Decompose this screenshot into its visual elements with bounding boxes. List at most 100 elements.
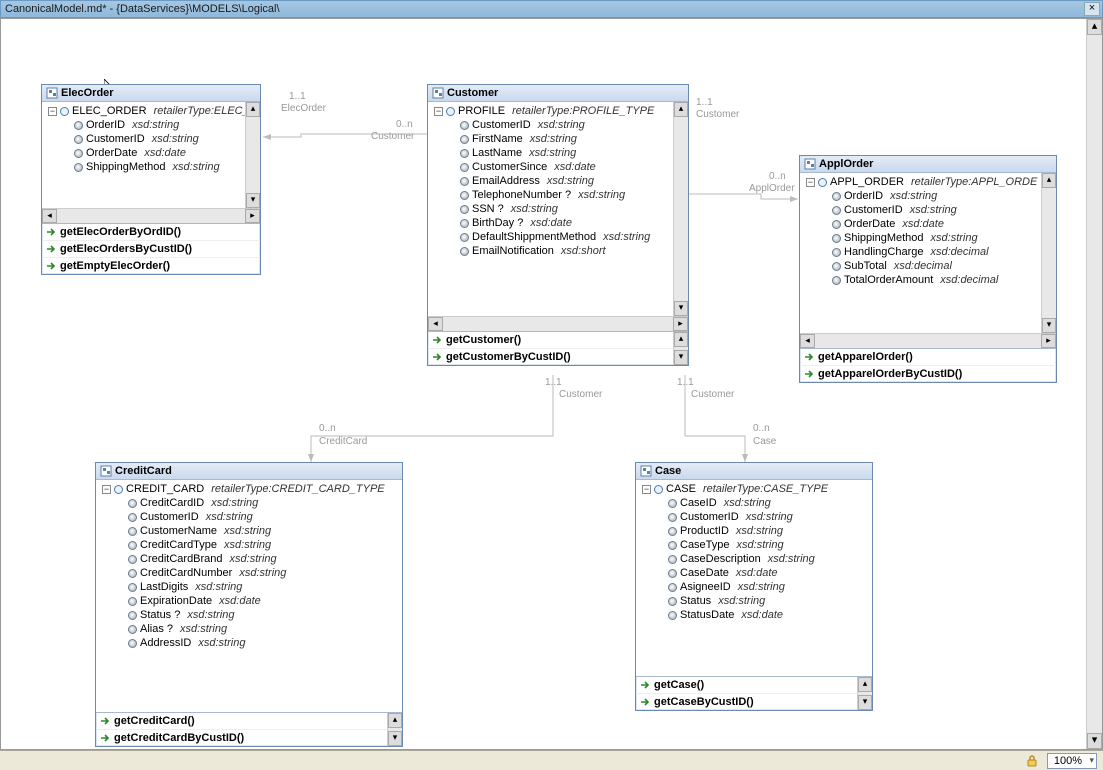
operation-row[interactable]: getElecOrderByOrdID()	[42, 224, 260, 241]
scroll-up[interactable]: ▴	[1042, 173, 1056, 188]
scroll-left[interactable]: ◂	[42, 209, 57, 223]
attribute-row[interactable]: ExpirationDatexsd:date	[96, 594, 402, 608]
attribute-row[interactable]: ShippingMethodxsd:string	[42, 160, 260, 174]
attribute-row[interactable]: EmailAddressxsd:string	[428, 174, 688, 188]
operation-row[interactable]: getCase()	[636, 677, 872, 694]
attribute-row[interactable]: DefaultShippmentMethodxsd:string	[428, 230, 688, 244]
collapse-toggle[interactable]: −	[102, 485, 111, 494]
entity-creditcard[interactable]: CreditCard − CREDIT_CARD retailerType:CR…	[95, 462, 403, 747]
collapse-toggle[interactable]: −	[434, 107, 443, 116]
operation-row[interactable]: getEmptyElecOrder()	[42, 258, 260, 274]
attribute-row[interactable]: ShippingMethodxsd:string	[800, 231, 1056, 245]
attribute-row[interactable]: StatusDatexsd:date	[636, 608, 872, 622]
attribute-row[interactable]: FirstNamexsd:string	[428, 132, 688, 146]
attribute-row[interactable]: BirthDay ?xsd:date	[428, 216, 688, 230]
scroll-down[interactable]: ▾	[246, 193, 260, 208]
attribute-row[interactable]: LastNamexsd:string	[428, 146, 688, 160]
tree-root-row[interactable]: − CREDIT_CARD retailerType:CREDIT_CARD_T…	[96, 482, 402, 496]
attribute-row[interactable]: CreditCardBrandxsd:string	[96, 552, 402, 566]
attribute-row[interactable]: AddressIDxsd:string	[96, 636, 402, 650]
attribute-row[interactable]: CreditCardNumberxsd:string	[96, 566, 402, 580]
entity-title[interactable]: ApplOrder	[800, 156, 1056, 173]
tree-root-row[interactable]: − PROFILE retailerType:PROFILE_TYPE	[428, 104, 688, 118]
attribute-row[interactable]: CreditCardTypexsd:string	[96, 538, 402, 552]
attribute-row[interactable]: CaseTypexsd:string	[636, 538, 872, 552]
scroll-left[interactable]: ◂	[800, 334, 815, 348]
operation-row[interactable]: getCaseByCustID()	[636, 694, 872, 710]
attribute-row[interactable]: AsigneeIDxsd:string	[636, 580, 872, 594]
attribute-row[interactable]: CaseDatexsd:date	[636, 566, 872, 580]
scroll-up[interactable]: ▴	[388, 713, 402, 728]
attribute-row[interactable]: CreditCardIDxsd:string	[96, 496, 402, 510]
attribute-row[interactable]: LastDigitsxsd:string	[96, 580, 402, 594]
entity-case[interactable]: Case − CASE retailerType:CASE_TYPE CaseI…	[635, 462, 873, 711]
scroll-down[interactable]: ▾	[858, 695, 872, 710]
operation-row[interactable]: getCustomerByCustID()	[428, 349, 688, 365]
attribute-row[interactable]: EmailNotificationxsd:short	[428, 244, 688, 258]
collapse-toggle[interactable]: −	[806, 178, 815, 187]
scroll-up[interactable]: ▴	[858, 677, 872, 692]
tree-root-row[interactable]: − CASE retailerType:CASE_TYPE	[636, 482, 872, 496]
scroll-right[interactable]: ▸	[1041, 334, 1056, 348]
body-scrollbar-v[interactable]: ▴▾	[1041, 173, 1056, 333]
attribute-row[interactable]: TotalOrderAmountxsd:decimal	[800, 273, 1056, 287]
ops-scroll[interactable]: ▴▾	[387, 713, 402, 746]
attribute-row[interactable]: SubTotalxsd:decimal	[800, 259, 1056, 273]
entity-customer[interactable]: Customer − PROFILE retailerType:PROFILE_…	[427, 84, 689, 366]
operation-row[interactable]: getApparelOrderByCustID()	[800, 366, 1056, 382]
scroll-down[interactable]: ▾	[1087, 733, 1102, 749]
attribute-row[interactable]: CustomerIDxsd:string	[636, 510, 872, 524]
entity-title[interactable]: Customer	[428, 85, 688, 102]
entity-elecorder[interactable]: ElecOrder − ELEC_ORDER retailerType:ELEC…	[41, 84, 261, 275]
attribute-row[interactable]: CustomerIDxsd:string	[428, 118, 688, 132]
attribute-row[interactable]: TelephoneNumber ?xsd:string	[428, 188, 688, 202]
body-scrollbar-v[interactable]: ▴▾	[673, 102, 688, 316]
operation-row[interactable]: getApparelOrder()	[800, 349, 1056, 366]
scroll-up[interactable]: ▴	[246, 102, 260, 117]
body-scrollbar-h[interactable]: ◂▸	[42, 208, 260, 223]
attribute-row[interactable]: HandlingChargexsd:decimal	[800, 245, 1056, 259]
operation-row[interactable]: getCustomer()	[428, 332, 688, 349]
tree-root-row[interactable]: − ELEC_ORDER retailerType:ELEC_	[42, 104, 260, 118]
attribute-row[interactable]: Alias ?xsd:string	[96, 622, 402, 636]
body-scrollbar-h[interactable]: ◂▸	[428, 316, 688, 331]
attribute-row[interactable]: OrderIDxsd:string	[42, 118, 260, 132]
scroll-right[interactable]: ▸	[245, 209, 260, 223]
attribute-row[interactable]: ProductIDxsd:string	[636, 524, 872, 538]
attribute-row[interactable]: Status ?xsd:string	[96, 608, 402, 622]
scroll-down[interactable]: ▾	[674, 350, 688, 365]
zoom-selector[interactable]: 100%	[1047, 753, 1097, 769]
body-scrollbar-v[interactable]: ▴▾	[245, 102, 260, 208]
ops-scroll[interactable]: ▴▾	[857, 677, 872, 710]
scroll-up[interactable]: ▴	[1087, 19, 1102, 35]
entity-title[interactable]: Case	[636, 463, 872, 480]
scroll-up[interactable]: ▴	[674, 332, 688, 347]
tree-root-row[interactable]: − APPL_ORDER retailerType:APPL_ORDE	[800, 175, 1056, 189]
body-scrollbar-h[interactable]: ◂▸	[800, 333, 1056, 348]
attribute-row[interactable]: CustomerIDxsd:string	[800, 203, 1056, 217]
close-button[interactable]: ×	[1084, 2, 1100, 16]
attribute-row[interactable]: SSN ?xsd:string	[428, 202, 688, 216]
attribute-row[interactable]: OrderIDxsd:string	[800, 189, 1056, 203]
operation-row[interactable]: getCreditCardByCustID()	[96, 730, 402, 746]
entity-title[interactable]: CreditCard	[96, 463, 402, 480]
operation-row[interactable]: getCreditCard()	[96, 713, 402, 730]
scroll-up[interactable]: ▴	[674, 102, 688, 117]
attribute-row[interactable]: CaseIDxsd:string	[636, 496, 872, 510]
scroll-left[interactable]: ◂	[428, 317, 443, 331]
attribute-row[interactable]: CustomerIDxsd:string	[42, 132, 260, 146]
scroll-right[interactable]: ▸	[673, 317, 688, 331]
attribute-row[interactable]: CustomerSincexsd:date	[428, 160, 688, 174]
scroll-down[interactable]: ▾	[1042, 318, 1056, 333]
scroll-down[interactable]: ▾	[674, 301, 688, 316]
diagram-canvas[interactable]: 1..1 ElecOrder 0..n Customer 1..1 Custom…	[1, 19, 1102, 749]
attribute-row[interactable]: Statusxsd:string	[636, 594, 872, 608]
operation-row[interactable]: getElecOrdersByCustID()	[42, 241, 260, 258]
entity-applorder[interactable]: ApplOrder − APPL_ORDER retailerType:APPL…	[799, 155, 1057, 383]
collapse-toggle[interactable]: −	[642, 485, 651, 494]
entity-title[interactable]: ElecOrder	[42, 85, 260, 102]
attribute-row[interactable]: CustomerIDxsd:string	[96, 510, 402, 524]
attribute-row[interactable]: OrderDatexsd:date	[800, 217, 1056, 231]
attribute-row[interactable]: CustomerNamexsd:string	[96, 524, 402, 538]
canvas-scrollbar-v[interactable]: ▴ ▾	[1086, 19, 1102, 749]
